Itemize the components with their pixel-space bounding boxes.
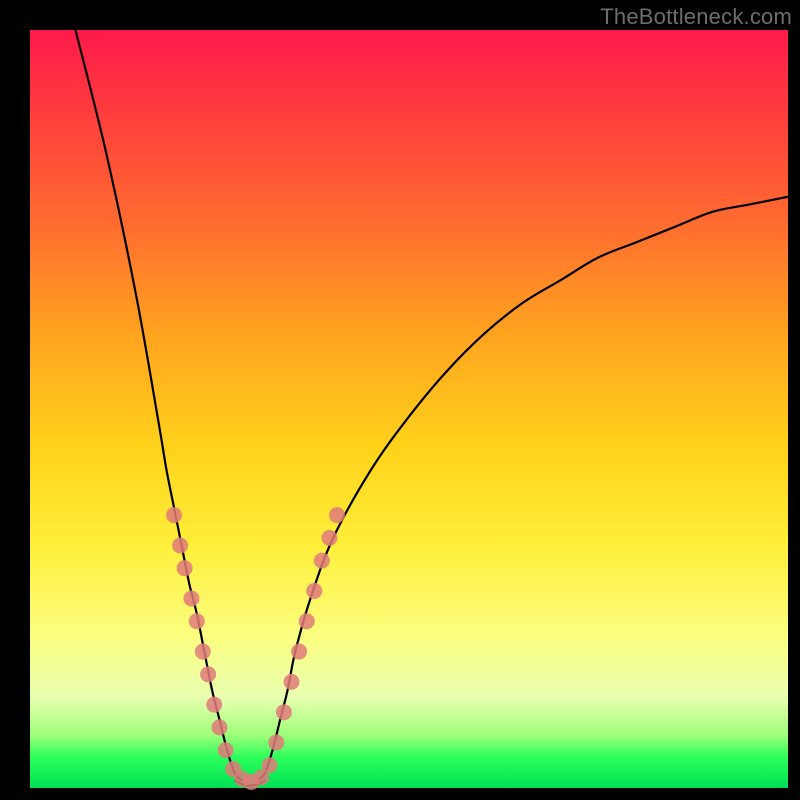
data-point: [306, 583, 322, 599]
data-point: [177, 560, 193, 576]
data-point: [172, 537, 188, 553]
curve-bottleneck-curve-right: [257, 197, 788, 781]
data-point: [183, 591, 199, 607]
data-point: [206, 697, 222, 713]
data-point: [314, 553, 330, 569]
data-point: [189, 613, 205, 629]
chart-frame: TheBottleneck.com: [0, 0, 800, 800]
data-point: [218, 742, 234, 758]
curve-group: [75, 30, 788, 786]
data-point: [276, 704, 292, 720]
data-point: [268, 735, 284, 751]
data-point: [329, 507, 345, 523]
data-point: [166, 507, 182, 523]
data-point: [200, 666, 216, 682]
data-point: [212, 719, 228, 735]
data-point: [262, 757, 278, 773]
chart-svg: [30, 30, 788, 788]
data-point: [321, 530, 337, 546]
curve-bottleneck-curve-left: [75, 30, 242, 780]
data-point: [291, 644, 307, 660]
chart-plot-area: [30, 30, 788, 788]
watermark-text: TheBottleneck.com: [600, 4, 792, 30]
data-point: [299, 613, 315, 629]
dots-group: [166, 507, 345, 790]
data-point: [195, 644, 211, 660]
data-point: [284, 674, 300, 690]
